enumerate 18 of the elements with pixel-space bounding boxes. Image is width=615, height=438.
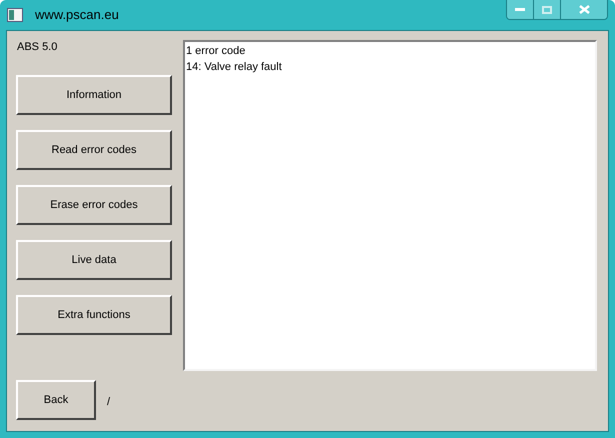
function-button[interactable]: Live data bbox=[16, 240, 172, 280]
function-button[interactable]: Erase error codes bbox=[16, 185, 172, 225]
function-button[interactable]: Information bbox=[16, 75, 172, 115]
back-button[interactable]: Back bbox=[16, 380, 96, 420]
function-button[interactable]: Read error codes bbox=[16, 130, 172, 170]
window-title: www.pscan.eu bbox=[35, 6, 119, 24]
module-label: ABS 5.0 bbox=[17, 40, 58, 54]
close-icon bbox=[578, 5, 590, 14]
app-icon bbox=[7, 8, 23, 22]
minimize-button[interactable] bbox=[507, 0, 534, 19]
output-box[interactable]: 1 error code 14: Valve relay fault bbox=[183, 40, 597, 371]
output-line: 1 error code bbox=[186, 44, 246, 59]
maximize-icon bbox=[542, 6, 552, 14]
status-text: / bbox=[107, 394, 110, 410]
minimize-icon bbox=[515, 8, 525, 11]
output-line: 14: Valve relay fault bbox=[186, 60, 282, 75]
function-button[interactable]: Extra functions bbox=[16, 295, 172, 335]
maximize-button[interactable] bbox=[534, 0, 561, 19]
